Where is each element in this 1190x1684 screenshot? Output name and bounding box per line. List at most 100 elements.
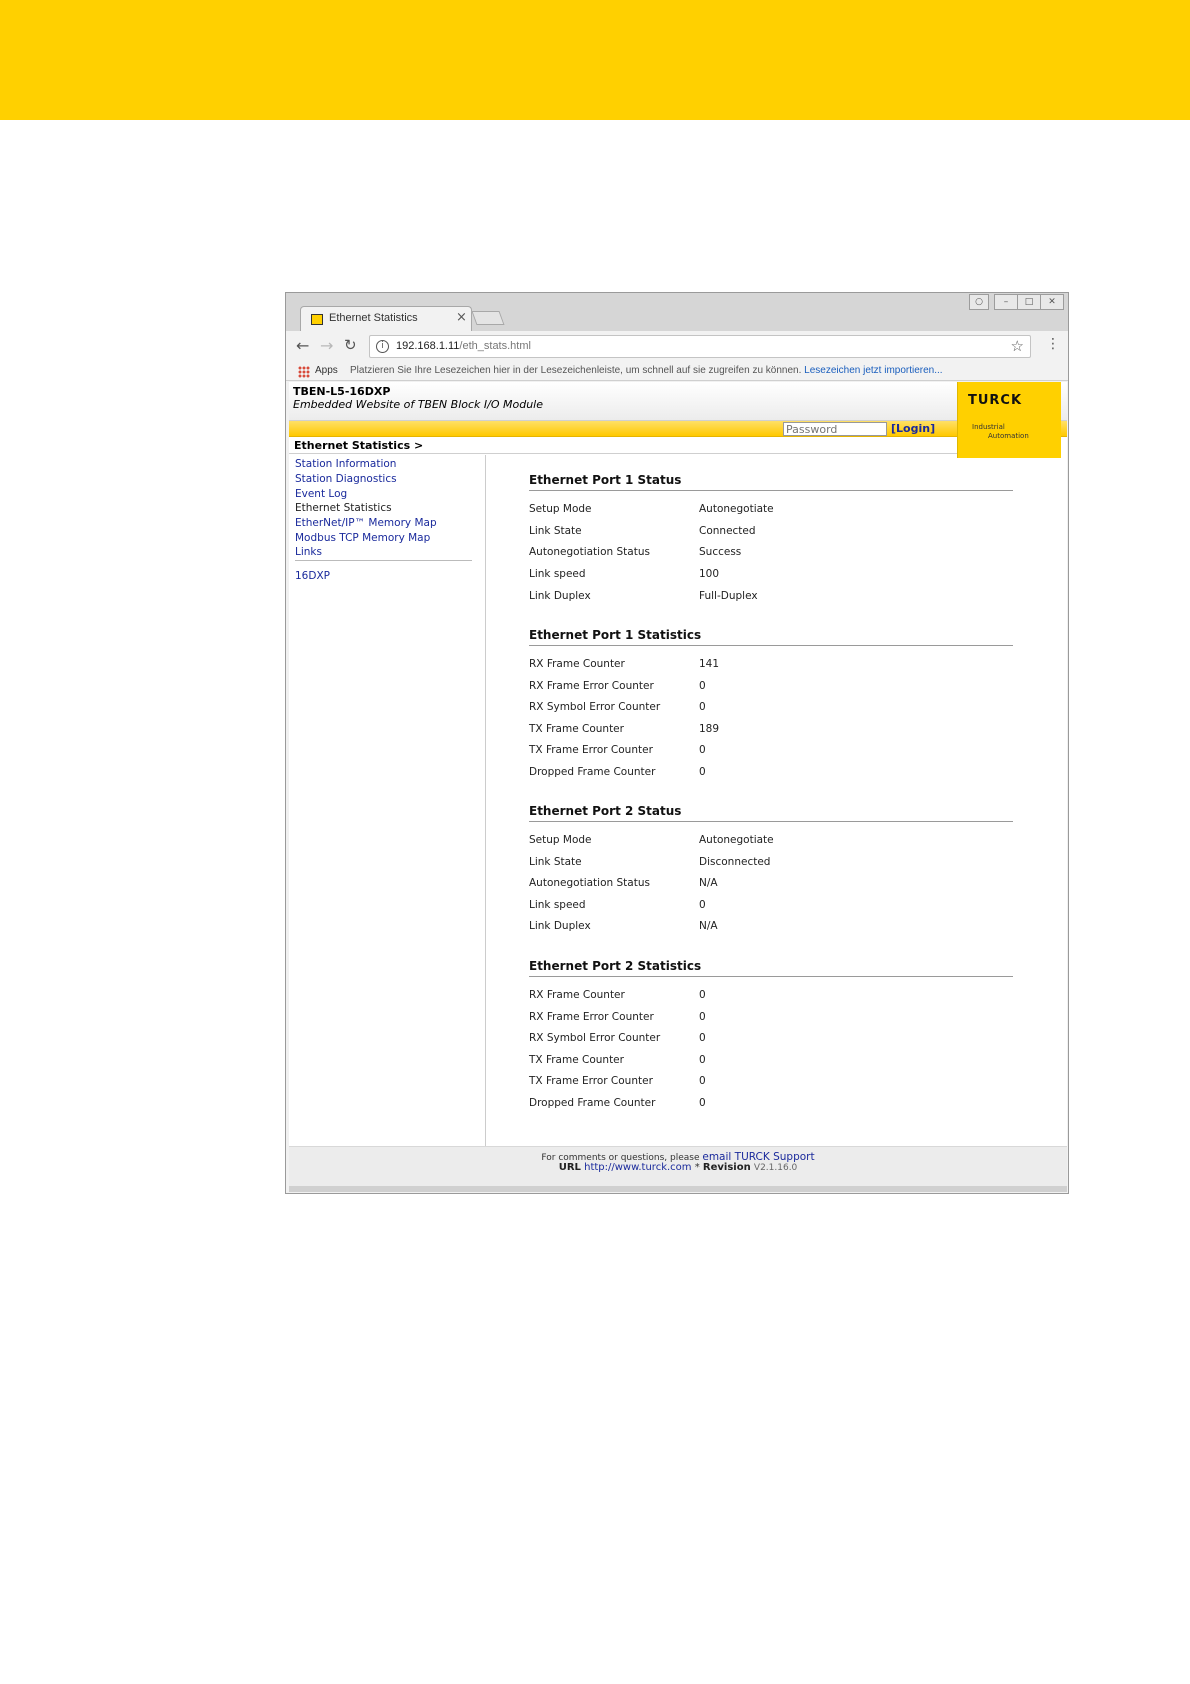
logo-wordmark: TURCK xyxy=(968,393,1023,408)
product-name: TBEN-L5-16DXP xyxy=(293,385,391,398)
row-label: Link speed xyxy=(529,899,586,911)
row-value: Success xyxy=(699,546,742,558)
section-divider xyxy=(529,490,1013,491)
sidebar-item-event-log[interactable]: Event Log xyxy=(295,488,347,500)
row-label: Link Duplex xyxy=(529,590,591,602)
footer-url-label: URL xyxy=(558,1162,581,1173)
logo-tagline-2: Automation xyxy=(988,432,1029,440)
sidebar-nav: Station Information Station Diagnostics … xyxy=(289,455,486,1146)
row-label: Setup Mode xyxy=(529,834,592,846)
row-value: 0 xyxy=(699,1011,706,1023)
section-title: Ethernet Port 2 Status xyxy=(529,804,682,818)
page-footer: For comments or questions, please email … xyxy=(289,1146,1067,1186)
address-bar[interactable]: i 192.168.1.11/eth_stats.html ☆ xyxy=(369,335,1031,358)
row-value: N/A xyxy=(699,877,718,889)
sidebar-item-ethernetip-memory-map[interactable]: EtherNet/IP™ Memory Map xyxy=(295,517,437,529)
page-bottom-bar xyxy=(289,1186,1067,1192)
row-value: 0 xyxy=(699,1075,706,1087)
import-bookmarks-link[interactable]: Lesezeichen jetzt importieren... xyxy=(804,365,942,376)
section-title: Ethernet Port 1 Status xyxy=(529,473,682,487)
row-label: RX Frame Error Counter xyxy=(529,1011,654,1023)
tab-strip: Ethernet Statistics × ○ – □ ✕ xyxy=(286,293,1068,331)
password-input[interactable] xyxy=(783,422,887,436)
section-divider xyxy=(529,976,1013,977)
page-subtitle: Embedded Website of TBEN Block I/O Modul… xyxy=(293,398,544,411)
footer-separator: * xyxy=(694,1162,700,1173)
row-label: RX Frame Error Counter xyxy=(529,680,654,692)
minimize-icon[interactable]: – xyxy=(994,294,1018,310)
row-label: TX Frame Counter xyxy=(529,1054,624,1066)
login-bar: [Login] xyxy=(289,421,1067,437)
row-label: Link State xyxy=(529,525,582,537)
row-label: TX Frame Counter xyxy=(529,723,624,735)
bookmarks-hint-text: Platzieren Sie Ihre Lesezeichen hier in … xyxy=(350,365,802,376)
browser-menu-icon[interactable]: ⋮ xyxy=(1046,336,1060,352)
apps-shortcut[interactable]: Apps xyxy=(315,365,338,376)
bookmark-star-icon[interactable]: ☆ xyxy=(1011,337,1024,355)
row-value: 0 xyxy=(699,989,706,1001)
row-value: 0 xyxy=(699,1032,706,1044)
apps-grid-icon[interactable] xyxy=(298,366,310,378)
row-label: Autonegotiation Status xyxy=(529,877,650,889)
row-value: 0 xyxy=(699,766,706,778)
close-tab-icon[interactable]: × xyxy=(456,310,467,325)
row-label: Link State xyxy=(529,856,582,868)
row-label: TX Frame Error Counter xyxy=(529,1075,653,1087)
row-value: N/A xyxy=(699,920,718,932)
row-label: Link Duplex xyxy=(529,920,591,932)
row-value: 0 xyxy=(699,1097,706,1109)
sidebar-item-ethernet-statistics: Ethernet Statistics xyxy=(295,502,392,514)
section-divider xyxy=(529,645,1013,646)
row-value: 0 xyxy=(699,899,706,911)
row-value: 0 xyxy=(699,1054,706,1066)
row-value: Autonegotiate xyxy=(699,503,774,515)
new-tab-button[interactable] xyxy=(471,311,505,325)
window-controls: ○ – □ ✕ xyxy=(969,294,1064,310)
row-value: 0 xyxy=(699,680,706,692)
url-host: 192.168.1.11 xyxy=(396,340,460,352)
turck-favicon-icon xyxy=(311,314,323,325)
breadcrumb: Ethernet Statistics > xyxy=(289,438,957,454)
row-label: Dropped Frame Counter xyxy=(529,1097,656,1109)
logo-tagline-1: Industrial xyxy=(972,423,1005,431)
sidebar-item-links[interactable]: Links xyxy=(295,546,322,558)
row-label: Setup Mode xyxy=(529,503,592,515)
row-label: Link speed xyxy=(529,568,586,580)
row-value: 189 xyxy=(699,723,720,735)
user-profile-icon[interactable]: ○ xyxy=(969,294,989,310)
row-value: Disconnected xyxy=(699,856,771,868)
forward-arrow-icon[interactable]: → xyxy=(320,336,333,355)
sidebar-item-modbus-tcp-memory-map[interactable]: Modbus TCP Memory Map xyxy=(295,532,430,544)
login-link[interactable]: [Login] xyxy=(891,422,935,435)
turck-logo: TURCK Industrial Automation xyxy=(957,382,1061,458)
site-info-icon[interactable]: i xyxy=(376,340,389,353)
browser-tab[interactable]: Ethernet Statistics × xyxy=(300,306,472,331)
row-label: RX Frame Counter xyxy=(529,989,625,1001)
footer-revision-label: Revision xyxy=(702,1162,751,1173)
sidebar-item-device[interactable]: 16DXP xyxy=(295,570,330,582)
row-label: RX Symbol Error Counter xyxy=(529,701,661,713)
row-value: Autonegotiate xyxy=(699,834,774,846)
url-path: /eth_stats.html xyxy=(459,340,531,352)
sidebar-item-station-information[interactable]: Station Information xyxy=(295,458,396,470)
sidebar-item-station-diagnostics[interactable]: Station Diagnostics xyxy=(295,473,397,485)
page-header: TBEN-L5-16DXP Embedded Website of TBEN B… xyxy=(289,382,1067,421)
breadcrumb-current: Ethernet Statistics > xyxy=(294,439,424,452)
browser-window: Ethernet Statistics × ○ – □ ✕ ← → ↻ i 19… xyxy=(285,292,1069,1194)
row-label: Autonegotiation Status xyxy=(529,546,650,558)
row-value: 0 xyxy=(699,701,706,713)
section-title: Ethernet Port 1 Statistics xyxy=(529,628,702,642)
browser-toolbar: ← → ↻ i 192.168.1.11/eth_stats.html ☆ ⋮ xyxy=(286,331,1068,361)
reload-icon[interactable]: ↻ xyxy=(344,336,357,354)
maximize-icon[interactable]: □ xyxy=(1017,294,1041,310)
row-value: 0 xyxy=(699,744,706,756)
row-label: RX Symbol Error Counter xyxy=(529,1032,661,1044)
bookmarks-hint: Platzieren Sie Ihre Lesezeichen hier in … xyxy=(350,365,943,376)
close-window-icon[interactable]: ✕ xyxy=(1040,294,1064,310)
section-title: Ethernet Port 2 Statistics xyxy=(529,959,702,973)
back-arrow-icon[interactable]: ← xyxy=(296,336,309,355)
row-value: Full-Duplex xyxy=(699,590,758,602)
document-header-band xyxy=(0,0,1190,120)
turck-website-link[interactable]: http://www.turck.com xyxy=(584,1162,691,1173)
row-value: 141 xyxy=(699,658,720,670)
